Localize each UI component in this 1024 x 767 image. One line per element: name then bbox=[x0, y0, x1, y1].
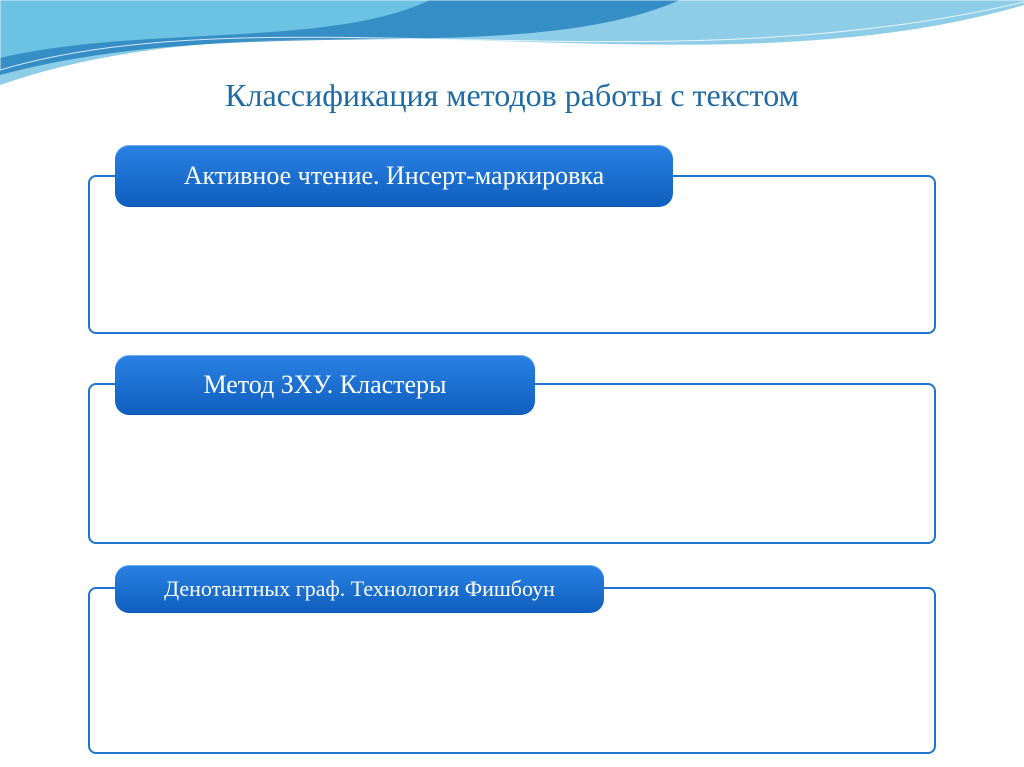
slide-title: Классификация методов работы с текстом bbox=[0, 77, 1024, 114]
method-block-1: Активное чтение. Инсерт-маркировка bbox=[88, 145, 936, 330]
method-header-3: Денотантных граф. Технология Фишбоун bbox=[115, 565, 604, 613]
method-block-2: Метод ЗХУ. Кластеры bbox=[88, 355, 936, 540]
method-stack: Активное чтение. Инсерт-маркировка Метод… bbox=[88, 145, 936, 767]
method-header-2: Метод ЗХУ. Кластеры bbox=[115, 355, 535, 415]
method-block-3: Денотантных граф. Технология Фишбоун bbox=[88, 565, 936, 750]
method-header-1: Активное чтение. Инсерт-маркировка bbox=[115, 145, 673, 207]
